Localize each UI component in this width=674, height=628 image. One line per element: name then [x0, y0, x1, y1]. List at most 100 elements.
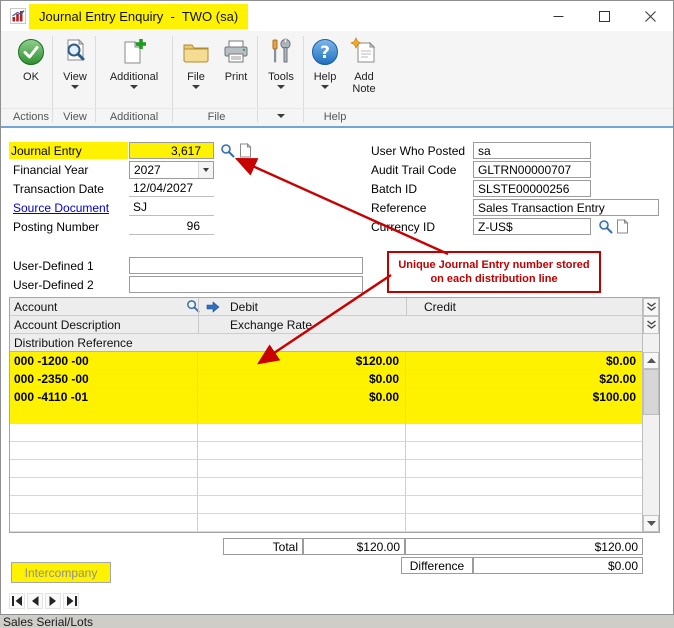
- print-button[interactable]: Print: [216, 36, 256, 108]
- table-row-empty: [10, 442, 642, 460]
- tools-button-label: Tools: [268, 71, 294, 83]
- annotation-text: Unique Journal Entry number stored on ea…: [398, 259, 590, 285]
- view-button[interactable]: View: [55, 36, 95, 108]
- file-icon: [181, 36, 211, 68]
- table-row[interactable]: 000 -2350 -00 $0.00 $20.00: [10, 370, 642, 388]
- ribbon: OK View Additional File Print Tools ? He…: [1, 31, 673, 128]
- account-expand-button[interactable]: [206, 301, 220, 316]
- print-button-label: Print: [224, 71, 248, 83]
- batch-id-value: SLSTE00000256: [473, 180, 591, 197]
- maximize-button[interactable]: [581, 1, 627, 31]
- table-row[interactable]: 000 -1200 -00 $120.00 $0.00: [10, 352, 642, 370]
- grid-header-row-1: Account Debit Credit: [10, 298, 642, 316]
- file-button[interactable]: File: [177, 36, 215, 108]
- ok-button[interactable]: OK: [9, 36, 53, 108]
- background-window-text: Sales Serial/Lots: [3, 615, 94, 628]
- dropdown-caret-icon: [130, 85, 138, 89]
- close-icon: [644, 10, 656, 22]
- additional-button[interactable]: Additional: [98, 36, 170, 108]
- user-defined-1-value: [129, 257, 363, 274]
- first-record-button[interactable]: [9, 593, 25, 609]
- financial-year-select[interactable]: 2027: [129, 161, 214, 179]
- expand-debit-rows-button[interactable]: [643, 298, 659, 316]
- ribbon-group-additional: Additional: [109, 111, 159, 123]
- arrow-up-icon: [646, 358, 656, 363]
- double-chevron-down-icon: [646, 302, 656, 311]
- debit-header: Debit: [230, 300, 259, 314]
- note-page-icon: [616, 218, 629, 233]
- intercompany-button[interactable]: Intercompany: [11, 562, 111, 583]
- financial-year-dropdown-button[interactable]: [198, 162, 213, 178]
- dropdown-caret-icon: [277, 85, 285, 89]
- cell-credit: $20.00: [406, 370, 642, 388]
- scroll-down-button[interactable]: [643, 515, 659, 532]
- ribbon-separator: [257, 36, 258, 122]
- journal-entry-lookup-button[interactable]: [219, 142, 235, 158]
- table-row[interactable]: 000 -4110 -01 $0.00 $100.00: [10, 388, 642, 406]
- minimize-button[interactable]: [535, 1, 581, 31]
- source-document-link[interactable]: Source Document: [11, 199, 125, 216]
- scrollbar-thumb[interactable]: [643, 369, 659, 415]
- app-window: Journal Entry Enquiry - TWO (sa) OK View…: [0, 0, 674, 615]
- help-button[interactable]: ? Help: [307, 36, 343, 108]
- print-icon: [221, 36, 251, 68]
- reference-value: Sales Transaction Entry: [473, 199, 659, 216]
- background-window-strip: Sales Serial/Lots: [0, 615, 674, 628]
- transaction-date-value: 12/04/2027: [129, 180, 214, 197]
- financial-year-label: Financial Year: [13, 162, 89, 177]
- transaction-date-label: Transaction Date: [13, 181, 104, 196]
- ribbon-group-help: Help: [323, 111, 347, 123]
- ribbon-group-collapsed-caret-icon[interactable]: [273, 114, 289, 118]
- currency-lookup-button[interactable]: [597, 218, 613, 234]
- last-record-button[interactable]: [63, 593, 79, 609]
- cell-credit: $0.00: [406, 352, 642, 370]
- dropdown-caret-icon: [192, 85, 200, 89]
- cell-debit: $120.00: [198, 352, 406, 370]
- previous-record-icon: [32, 596, 39, 606]
- distribution-grid: Account Debit Credit Account Description…: [9, 297, 660, 533]
- cell-account: 000 -4110 -01: [10, 388, 198, 406]
- minimize-icon: [553, 15, 563, 17]
- difference-label: Difference: [401, 557, 473, 574]
- financial-year-value: 2027: [134, 163, 161, 177]
- total-label: Total: [223, 538, 303, 555]
- tools-button[interactable]: Tools: [261, 36, 301, 108]
- user-who-posted-label: User Who Posted: [371, 143, 466, 158]
- table-row-empty: [10, 424, 642, 442]
- record-navigation: [9, 593, 79, 609]
- distribution-reference-header: Distribution Reference: [14, 336, 133, 350]
- user-defined-2-label: User-Defined 2: [13, 277, 94, 292]
- app-icon: [10, 8, 26, 24]
- journal-entry-note-button[interactable]: [237, 142, 253, 158]
- ribbon-group-actions: Actions: [12, 111, 50, 123]
- add-note-icon: [349, 36, 379, 68]
- ribbon-group-file: File: [207, 111, 226, 123]
- add-note-button[interactable]: Add Note: [344, 36, 384, 108]
- next-record-icon: [49, 596, 56, 606]
- close-button[interactable]: [627, 1, 673, 31]
- exchange-rate-header: Exchange Rate: [230, 318, 313, 332]
- first-record-icon: [11, 596, 22, 606]
- window-title: Journal Entry Enquiry - TWO (sa): [39, 9, 239, 24]
- dropdown-caret-icon: [71, 85, 79, 89]
- expand-credit-rows-button[interactable]: [643, 316, 659, 334]
- ribbon-separator: [95, 36, 96, 122]
- cell-credit: $100.00: [406, 388, 642, 406]
- currency-note-button[interactable]: [614, 218, 630, 234]
- total-credit-value: $120.00: [405, 538, 643, 555]
- previous-record-button[interactable]: [27, 593, 43, 609]
- currency-id-value: Z-US$: [473, 218, 591, 235]
- next-record-button[interactable]: [45, 593, 61, 609]
- source-document-value: SJ: [129, 199, 214, 216]
- note-page-icon: [239, 142, 252, 157]
- help-button-label: Help: [313, 71, 337, 83]
- batch-id-label: Batch ID: [371, 181, 418, 196]
- svg-text:?: ?: [320, 43, 330, 63]
- journal-entry-value[interactable]: 3,617: [129, 142, 214, 159]
- ok-button-label: OK: [23, 71, 39, 83]
- grid-header-row-2: Account Description Exchange Rate: [10, 316, 642, 334]
- cell-account: 000 -1200 -00: [10, 352, 198, 370]
- last-record-icon: [66, 596, 77, 606]
- scroll-up-button[interactable]: [643, 352, 659, 369]
- ribbon-separator: [172, 36, 173, 122]
